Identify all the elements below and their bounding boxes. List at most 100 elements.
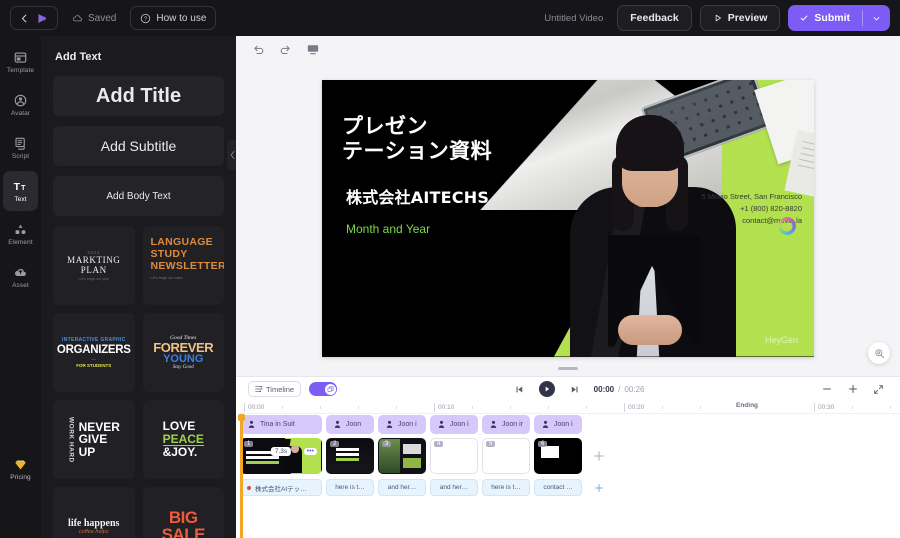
person-icon [333, 420, 342, 429]
skip-forward-icon[interactable] [569, 384, 580, 395]
feedback-button[interactable]: Feedback [617, 5, 692, 31]
skip-back-icon[interactable] [514, 384, 525, 395]
back-and-logo-group[interactable] [10, 6, 58, 30]
scene-more-icon[interactable]: ••• [303, 448, 317, 455]
sidebar-item-asset[interactable]: Asset [3, 257, 38, 297]
submit-button[interactable]: Submit [788, 5, 890, 31]
arrow-left-icon[interactable] [19, 13, 30, 24]
timeline-view-toggle[interactable] [309, 382, 338, 396]
avatar-clip[interactable]: Tina in Suit [240, 414, 322, 434]
chevron-down-icon[interactable] [863, 14, 890, 23]
caption-clip[interactable]: here is t… [326, 479, 374, 496]
add-subtitle-button[interactable]: Add Subtitle [53, 126, 224, 166]
sidebar-item-template[interactable]: Template [3, 42, 38, 82]
add-title-button[interactable]: Add Title [53, 76, 224, 116]
scene-thumbnail[interactable]: 3 [378, 438, 426, 474]
expand-icon[interactable] [873, 384, 884, 395]
sidebar-label-template: Template [6, 67, 35, 74]
avatar-clip[interactable]: Joon i [378, 414, 426, 434]
text-template-card[interactable]: INTERACTIVE GRAPHIC ORGANIZERS — FOR STU… [53, 313, 135, 392]
slide-title[interactable]: プレゼン テーション資料 [342, 114, 492, 165]
add-scene-button[interactable] [586, 438, 612, 474]
slide-date[interactable]: Month and Year [346, 222, 430, 236]
contact-address: 5 Movio Street, San Francisco [701, 191, 802, 201]
add-body-text-label: Add Body Text [106, 190, 171, 202]
preview-button[interactable]: Preview [699, 5, 781, 31]
tpl2-line2: Let's begin our video [150, 276, 183, 281]
text-template-card[interactable]: BIG SALE [142, 487, 224, 538]
scene-number: 1 [244, 441, 254, 447]
scene-duration[interactable]: 7.3s [270, 447, 292, 456]
caption-label: and her… [387, 484, 417, 491]
timeline-chip[interactable]: Timeline [248, 381, 302, 397]
add-body-text-button[interactable]: Add Body Text [53, 176, 224, 216]
layers-icon [324, 383, 336, 395]
avatar-clip[interactable]: Joon ir [482, 414, 530, 434]
text-template-grid: 2023 MARKTING PLAN Let's begin our plan … [53, 226, 224, 538]
svg-text:?: ? [144, 16, 147, 22]
add-caption-button[interactable] [586, 482, 612, 494]
avatar-clip[interactable]: Joon i [534, 414, 582, 434]
avatar-clip[interactable]: Joon i [430, 414, 478, 434]
submit-main[interactable]: Submit [788, 12, 862, 24]
sidebar-item-script[interactable]: Script [3, 128, 38, 168]
timeline-ruler[interactable]: 00:00 00:10 00:20 Ending 00:30 00:40 00:… [240, 401, 900, 414]
tpl4-line4: Stay Good [172, 365, 194, 370]
playhead[interactable] [238, 414, 245, 538]
play-outline-icon [713, 13, 723, 23]
screen-icon[interactable] [306, 43, 320, 56]
scene-number: 3 [382, 441, 392, 447]
avatar-hands [618, 314, 682, 345]
slide-title-line2: テーション資料 [342, 139, 493, 164]
zoom-fit-icon[interactable] [868, 342, 890, 364]
caption-clip[interactable]: here is t… [482, 479, 530, 496]
plus-icon[interactable] [847, 383, 859, 395]
caption-clip[interactable]: and her… [430, 479, 478, 496]
heygen-logo-icon[interactable] [36, 12, 49, 25]
undo-icon[interactable] [252, 43, 265, 56]
saved-status: Saved [66, 13, 122, 24]
scene-thumbnail[interactable]: 2 [326, 438, 374, 474]
add-text-panel: Add Text Add Title Add Subtitle Add Body… [41, 36, 236, 538]
text-template-card[interactable]: WORK HARD NEVER GIVE UP [53, 400, 135, 479]
panel-title: Add Text [55, 51, 102, 63]
text-template-card[interactable]: 2023 MARKTING PLAN Let's begin our plan [53, 226, 135, 305]
scene-thumbnail[interactable]: 4 [430, 438, 478, 474]
tpl1-line3: Let's begin our plan [78, 277, 109, 281]
project-title[interactable]: Untitled Video [544, 13, 603, 24]
avatar-icon [13, 93, 28, 108]
panel-resize-handle[interactable] [558, 365, 578, 372]
tpl4-line3: YOUNG [163, 353, 204, 365]
sidebar-item-text[interactable]: TT Text [3, 171, 38, 211]
caption-track: 株式会社AIテッ… here is t… and her… and her… h [240, 479, 900, 496]
sidebar-item-avatar[interactable]: Avatar [3, 85, 38, 125]
caption-clip[interactable]: contact … [534, 479, 582, 496]
time-separator: / [618, 384, 621, 394]
template-icon [13, 50, 28, 65]
person-icon [489, 420, 498, 429]
video-stage[interactable]: プレゼン テーション資料 株式会社AITECHS Month and Year … [322, 79, 814, 357]
how-to-use-button[interactable]: ? How to use [130, 6, 217, 30]
scene-thumbnail[interactable]: 6 [534, 438, 582, 474]
panel-collapse-button[interactable] [227, 140, 236, 170]
scene-thumbnail[interactable]: 1 7.3s ••• [240, 438, 322, 474]
text-template-card[interactable]: LOVE PEACE &JOY. [142, 400, 224, 479]
sidebar-item-element[interactable]: Element [3, 214, 38, 254]
text-template-card[interactable]: LANGUAGE STUDY NEWSLETTER Let's begin ou… [142, 226, 224, 305]
timeline-tracks: Tina in Suit Joon Joon i Joon i Joon ir … [236, 414, 900, 538]
ruler-label: 00:10 [434, 403, 454, 412]
minus-icon[interactable] [821, 383, 833, 395]
play-icon[interactable] [538, 381, 555, 397]
text-template-card[interactable]: Good Times FOREVER YOUNG Stay Good [142, 313, 224, 392]
avatar-clip[interactable]: Joon [326, 414, 374, 434]
check-icon [799, 13, 809, 23]
scene-thumbnail[interactable]: 5 [482, 438, 530, 474]
sidebar-item-pricing[interactable]: Pricing [3, 449, 38, 489]
caption-clip[interactable]: and her… [378, 479, 426, 496]
slide-company[interactable]: 株式会社AITECHS [346, 184, 489, 208]
redo-icon[interactable] [279, 43, 292, 56]
caption-clip[interactable]: 株式会社AIテッ… [240, 479, 322, 496]
text-icon: TT [13, 179, 29, 194]
scene-number: 5 [486, 441, 496, 447]
text-template-card[interactable]: life happens coffee helps [53, 487, 135, 538]
